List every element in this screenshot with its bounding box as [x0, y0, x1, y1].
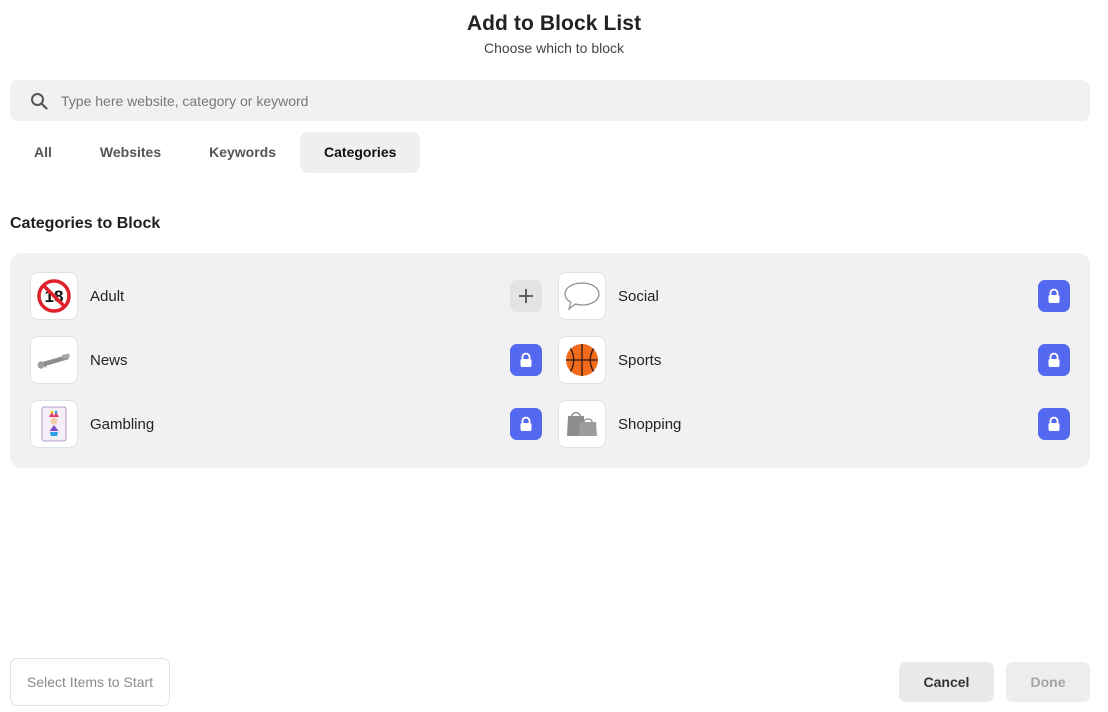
search-input[interactable]: [61, 92, 961, 109]
lock-icon: [1048, 288, 1060, 303]
category-item-sports: Sports: [558, 336, 1070, 384]
basketball-icon: [558, 336, 606, 384]
tab-websites[interactable]: Websites: [76, 132, 185, 173]
news-lock-button[interactable]: [510, 344, 542, 376]
category-item-gambling: Gambling: [30, 400, 542, 448]
category-item-social: Social: [558, 272, 1070, 320]
category-item-adult: 18 Adult: [30, 272, 542, 320]
selection-status: Select Items to Start: [10, 658, 171, 706]
category-item-news: News: [30, 336, 542, 384]
section-title: Categories to Block: [10, 215, 161, 232]
search-icon: [29, 91, 49, 111]
category-label-gambling: Gambling: [90, 415, 155, 433]
page-subtitle: Choose which to block: [483, 40, 625, 56]
search-bar[interactable]: [10, 80, 1090, 121]
shopping-bags-icon: [558, 400, 606, 448]
category-label-adult: Adult: [90, 287, 125, 305]
categories-panel: 18 Adult Social: [10, 253, 1090, 468]
lock-icon: [520, 416, 532, 431]
lock-icon: [520, 352, 532, 367]
joker-card-icon: [30, 400, 78, 448]
no-under-18-icon: 18: [30, 272, 78, 320]
sports-lock-button[interactable]: [1038, 344, 1070, 376]
done-button[interactable]: Done: [1006, 662, 1090, 702]
tab-keywords[interactable]: Keywords: [185, 132, 300, 173]
shopping-lock-button[interactable]: [1038, 408, 1070, 440]
tab-categories[interactable]: Categories: [300, 132, 421, 173]
add-adult-button[interactable]: [510, 280, 542, 312]
page-title: Add to Block List: [466, 12, 642, 35]
add-to-block-list-dialog: Add to Block List Choose which to block …: [0, 0, 1108, 712]
category-label-social: Social: [618, 287, 659, 305]
cancel-button[interactable]: Cancel: [899, 662, 994, 702]
lock-icon: [1048, 352, 1060, 367]
category-label-news: News: [90, 351, 128, 369]
tab-all[interactable]: All: [10, 132, 76, 173]
category-label-sports: Sports: [618, 351, 662, 369]
category-label-shopping: Shopping: [618, 415, 682, 433]
category-item-shopping: Shopping: [558, 400, 1070, 448]
lock-icon: [1048, 416, 1060, 431]
filter-tabs: All Websites Keywords Categories: [10, 132, 421, 173]
social-lock-button[interactable]: [1038, 280, 1070, 312]
speech-bubble-icon: [558, 272, 606, 320]
dialog-header: Add to Block List Choose which to block: [0, 0, 1108, 58]
gambling-lock-button[interactable]: [510, 408, 542, 440]
plus-icon: [519, 289, 533, 303]
rolled-newspaper-icon: [30, 336, 78, 384]
